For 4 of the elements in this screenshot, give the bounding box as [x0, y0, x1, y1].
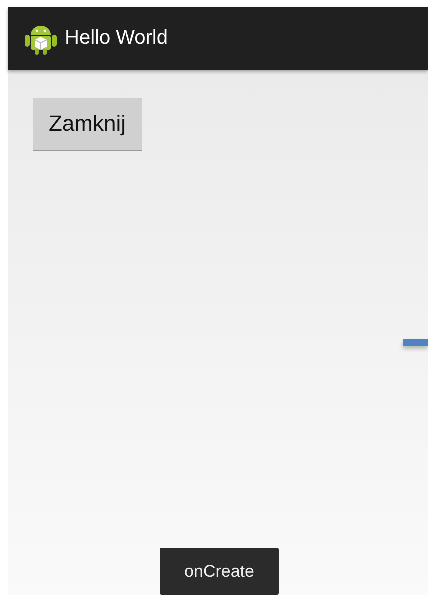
- edge-bar: [403, 339, 428, 346]
- close-button[interactable]: Zamknij: [33, 98, 142, 151]
- toast-message: onCreate: [160, 548, 279, 595]
- app-title: Hello World: [65, 27, 168, 50]
